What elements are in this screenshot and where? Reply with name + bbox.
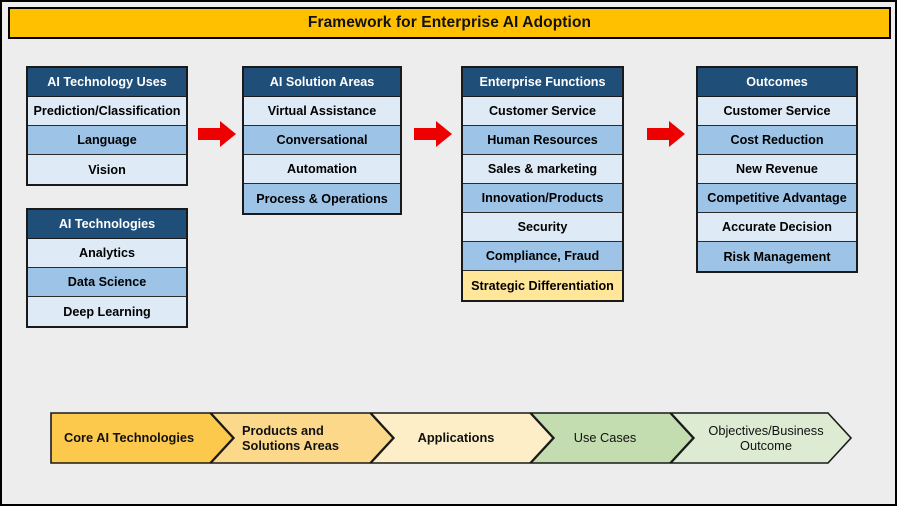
list-item[interactable]: Automation [244, 155, 400, 184]
list-item[interactable]: Analytics [28, 239, 186, 268]
arrow-right-icon [198, 121, 236, 147]
list-item-highlighted[interactable]: Strategic Differentiation [463, 271, 622, 300]
arrow-right-icon-2 [414, 121, 452, 147]
process-ribbon: Core AI Technologies Products and Soluti… [50, 412, 852, 464]
list-item[interactable]: Human Resources [463, 126, 622, 155]
list-item[interactable]: Sales & marketing [463, 155, 622, 184]
list-item[interactable]: Language [28, 126, 186, 155]
list-item[interactable]: Customer Service [463, 97, 622, 126]
ribbon-step-label: Core AI Technologies [64, 430, 195, 446]
ribbon-step-label: Objectives/Business Outcome [708, 422, 824, 453]
list-item[interactable]: Deep Learning [28, 297, 186, 326]
list-item[interactable]: Cost Reduction [698, 126, 856, 155]
column-header-enterprise-functions: Enterprise Functions [463, 68, 622, 97]
list-item[interactable]: Compliance, Fraud [463, 242, 622, 271]
ribbon-step-applications[interactable]: Applications [370, 412, 554, 464]
column-enterprise-functions: Enterprise Functions Customer Service Hu… [461, 66, 624, 302]
list-item[interactable]: Innovation/Products [463, 184, 622, 213]
ribbon-step-use-cases[interactable]: Use Cases [530, 412, 694, 464]
column-ai-solution-areas: AI Solution Areas Virtual Assistance Con… [242, 66, 402, 215]
ribbon-step-core-ai-technologies[interactable]: Core AI Technologies [50, 412, 234, 464]
list-item[interactable]: Virtual Assistance [244, 97, 400, 126]
diagram-canvas: Framework for Enterprise AI Adoption AI … [0, 0, 897, 506]
list-item[interactable]: Process & Operations [244, 184, 400, 213]
list-item[interactable]: Prediction/Classification [28, 97, 186, 126]
ribbon-step-products-and-solutions-areas[interactable]: Products and Solutions Areas [210, 412, 394, 464]
page-title: Framework for Enterprise AI Adoption [307, 14, 592, 31]
column-header-ai-technologies: AI Technologies [28, 210, 186, 239]
ribbon-step-objectives-business-outcome[interactable]: Objectives/Business Outcome [670, 412, 852, 464]
arrow-right-icon [414, 121, 452, 147]
column-outcomes: Outcomes Customer Service Cost Reduction… [696, 66, 858, 273]
arrow-right-icon [647, 121, 685, 147]
list-item[interactable]: Data Science [28, 268, 186, 297]
arrow-right-icon-3 [647, 121, 685, 147]
column-header-ai-solution-areas: AI Solution Areas [244, 68, 400, 97]
list-item[interactable]: New Revenue [698, 155, 856, 184]
column-header-outcomes: Outcomes [698, 68, 856, 97]
arrow-right-icon-1 [198, 121, 236, 147]
list-item[interactable]: Conversational [244, 126, 400, 155]
diagram-title-bar: Framework for Enterprise AI Adoption [8, 7, 891, 39]
list-item[interactable]: Security [463, 213, 622, 242]
column-header-ai-technology-uses: AI Technology Uses [28, 68, 186, 97]
column-ai-technology-uses: AI Technology Uses Prediction/Classifica… [26, 66, 188, 186]
list-item[interactable]: Competitive Advantage [698, 184, 856, 213]
ribbon-step-label: Products and Solutions Areas [242, 422, 339, 453]
ribbon-step-label: Applications [417, 430, 495, 446]
column-ai-technologies: AI Technologies Analytics Data Science D… [26, 208, 188, 328]
list-item[interactable]: Customer Service [698, 97, 856, 126]
list-item[interactable]: Vision [28, 155, 186, 184]
list-item[interactable]: Accurate Decision [698, 213, 856, 242]
ribbon-step-label: Use Cases [573, 430, 637, 446]
list-item[interactable]: Risk Management [698, 242, 856, 271]
